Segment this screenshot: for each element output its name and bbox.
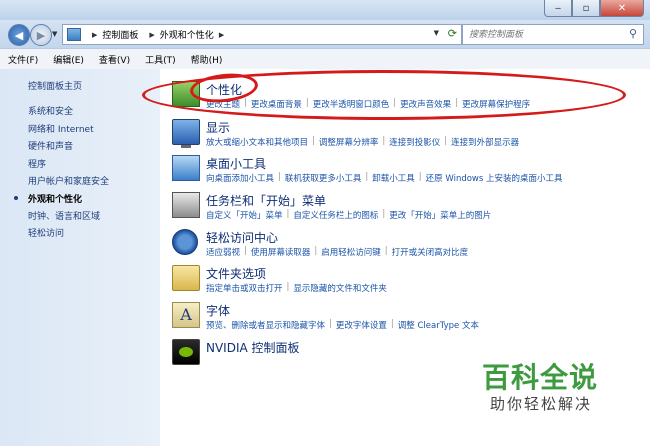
link-single-double-click[interactable]: 指定单击或双击打开 [206,282,283,294]
category-title[interactable]: 文件夹选项 [206,265,266,282]
nvidia-icon[interactable] [172,339,200,365]
menu-help[interactable]: 帮助(H) [191,53,223,66]
sidebar-item-programs[interactable]: 程序 [28,157,46,170]
category-title[interactable]: 字体 [206,302,230,319]
recent-pages-dropdown-icon[interactable]: ▼ [52,30,57,38]
sidebar-item-appearance: 外观和个性化 [28,195,83,205]
menu-view[interactable]: 查看(V) [99,53,130,66]
link-resolution[interactable]: 调整屏幕分辨率 [319,136,379,148]
sidebar-item-network[interactable]: 网络和 Internet [28,122,94,135]
search-box[interactable]: ⚲ [462,24,644,45]
control-panel-icon [67,28,81,41]
category-title[interactable]: 显示 [206,119,230,136]
sidebar-item-hardware-sound[interactable]: 硬件和声音 [28,139,73,152]
link-change-start-picture[interactable]: 更改「开始」菜单上的图片 [389,209,491,221]
link-preview-fonts[interactable]: 预览、删除或者显示和隐藏字体 [206,319,325,331]
link-get-gadgets-online[interactable]: 联机获取更多小工具 [285,172,362,184]
category-title[interactable]: 轻松访问中心 [206,229,278,246]
title-bar: ‒ ▫ ✕ [0,0,650,20]
menu-bar: 文件(F) 编辑(E) 查看(V) 工具(T) 帮助(H) [0,48,650,69]
close-button[interactable]: ✕ [600,0,644,17]
watermark-title: 百科全说 [482,361,599,394]
minimize-button[interactable]: ‒ [544,0,572,17]
sidebar-item-home[interactable]: 控制面板主页 [28,79,82,92]
address-row: ◀ ▶ ▼ ▶ 控制面板 ▶ 外观和个性化 ▶ ▼ ⟳ ⚲ [0,20,650,48]
back-button[interactable]: ◀ [8,24,30,46]
link-customize-tray-icons[interactable]: 自定义任务栏上的图标 [293,209,378,221]
address-bar[interactable]: ▶ 控制面板 ▶ 外观和个性化 ▶ ▼ ⟳ [62,24,462,45]
link-external-display[interactable]: 连接到外部显示器 [451,136,519,148]
address-dropdown-icon[interactable]: ▼ [434,29,439,37]
gadgets-icon[interactable] [172,155,200,181]
menu-tools[interactable]: 工具(T) [145,53,176,66]
taskbar-icon[interactable] [172,192,200,218]
fonts-icon[interactable]: A [172,302,200,328]
link-show-hidden-files[interactable]: 显示隐藏的文件和文件夹 [293,282,387,294]
link-projector[interactable]: 连接到投影仪 [389,136,440,148]
menu-file[interactable]: 文件(F) [8,53,38,66]
sidebar: 控制面板主页 系统和安全 网络和 Internet 硬件和声音 程序 用户帐户和… [0,69,160,446]
refresh-icon[interactable]: ⟳ [448,27,457,40]
current-item-bullet-icon [14,196,18,200]
display-icon[interactable] [172,119,200,148]
control-panel-window: ‒ ▫ ✕ ◀ ▶ ▼ ▶ 控制面板 ▶ 外观和个性化 ▶ ▼ ⟳ ⚲ 文件(F) 编… [0,0,650,446]
link-restore-gadgets[interactable]: 还原 Windows 上安装的桌面小工具 [426,172,563,184]
folder-options-icon[interactable] [172,265,200,291]
link-uninstall-gadget[interactable]: 卸载小工具 [372,172,415,184]
watermark-subtitle: 助你轻松解决 [490,395,593,413]
category-title[interactable]: NVIDIA 控制面板 [206,339,300,356]
search-icon[interactable]: ⚲ [629,27,637,40]
category-title[interactable]: 任务栏和「开始」菜单 [206,192,326,209]
maximize-button[interactable]: ▫ [572,0,600,17]
sidebar-item-ease-of-access[interactable]: 轻松访问 [28,226,64,239]
forward-button[interactable]: ▶ [30,24,52,46]
link-ease-keys[interactable]: 启用轻松访问键 [321,246,381,258]
link-add-gadget[interactable]: 向桌面添加小工具 [206,172,274,184]
link-customize-start[interactable]: 自定义「开始」菜单 [206,209,283,221]
link-high-contrast[interactable]: 打开或关闭高对比度 [392,246,469,258]
menu-edit[interactable]: 编辑(E) [53,53,84,66]
sidebar-item-system-security[interactable]: 系统和安全 [28,104,73,117]
chevron-right-icon[interactable]: ▶ [92,31,97,39]
link-text-size[interactable]: 放大或缩小文本和其他项目 [206,136,308,148]
search-input[interactable] [467,28,621,41]
sidebar-item-clock-language[interactable]: 时钟、语言和区域 [28,209,100,222]
link-low-vision[interactable]: 适应弱视 [206,246,240,258]
sidebar-item-user-accounts[interactable]: 用户帐户和家庭安全 [28,174,109,187]
link-cleartype[interactable]: 调整 ClearType 文本 [398,319,479,331]
chevron-right-icon[interactable]: ▶ [219,31,224,39]
link-screen-reader[interactable]: 使用屏幕读取器 [251,246,311,258]
breadcrumb-appearance[interactable]: 外观和个性化 [160,28,214,41]
ease-of-access-icon[interactable] [172,229,198,255]
breadcrumb-control-panel[interactable]: 控制面板 [102,28,138,41]
link-font-settings[interactable]: 更改字体设置 [336,319,387,331]
category-title[interactable]: 桌面小工具 [206,155,266,172]
chevron-right-icon[interactable]: ▶ [149,31,154,39]
